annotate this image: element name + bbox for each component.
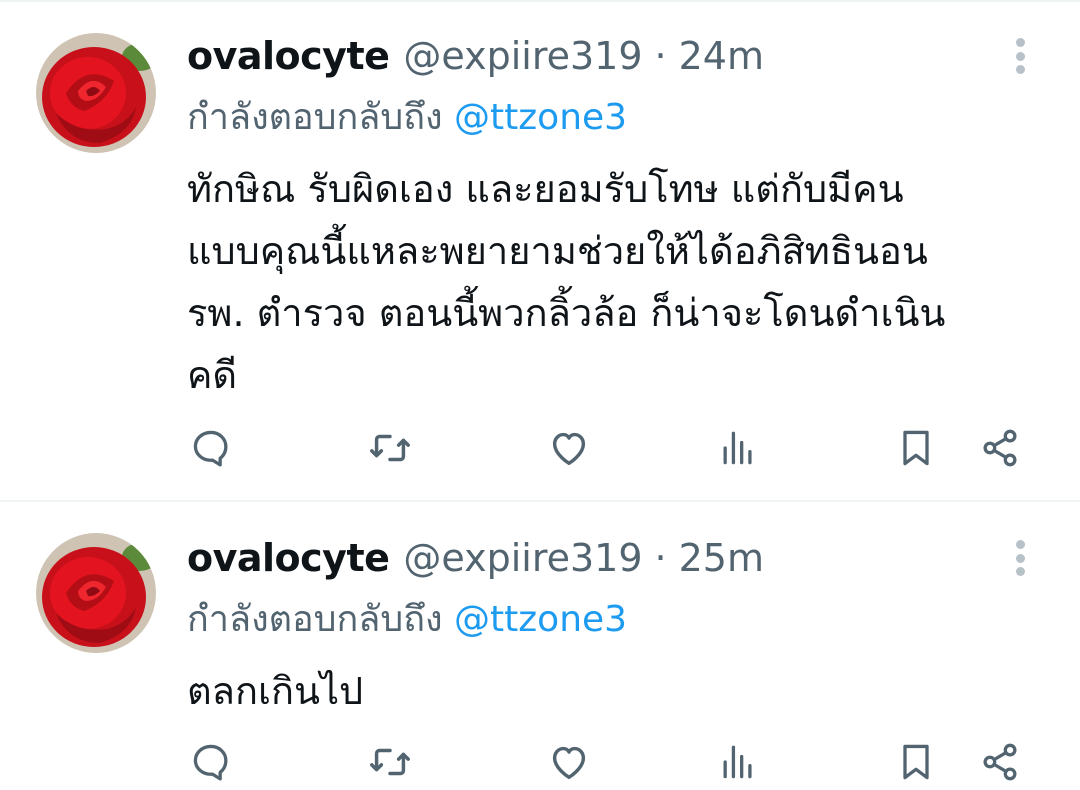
tweet-text-line: คดี [187, 353, 238, 397]
bookmark-button[interactable] [888, 734, 944, 790]
red-rose-avatar-icon [36, 33, 156, 153]
like-icon [552, 746, 586, 780]
timestamp[interactable]: 24m [679, 28, 764, 84]
retweet-button[interactable] [362, 734, 418, 790]
separator-dot: · [654, 34, 667, 78]
share-button[interactable] [972, 734, 1028, 790]
bookmark-button[interactable] [888, 420, 944, 476]
retweet-button[interactable] [362, 420, 418, 476]
bookmark-icon [903, 430, 929, 466]
tweet-header: ovalocyte @expiire319 · 25m [187, 530, 764, 586]
reply-button[interactable] [183, 420, 239, 476]
tweet-text: ตลกเกินไป [187, 660, 1057, 722]
red-rose-avatar-icon [36, 533, 156, 653]
tweet-text-line: ตลกเกินไป [187, 669, 364, 713]
timestamp[interactable]: 25m [679, 530, 764, 586]
user-handle[interactable]: @expiire319 [403, 530, 642, 586]
views-icon [723, 745, 752, 779]
like-button[interactable] [541, 734, 597, 790]
replying-prefix: กำลังตอบกลับถึง [187, 599, 443, 640]
views-button[interactable] [710, 420, 766, 476]
share-icon [983, 743, 1017, 781]
views-icon [723, 431, 752, 465]
replying-to: กำลังตอบกลับถึง @ttzone3 [187, 594, 627, 646]
tweet-actions [0, 734, 1080, 790]
replying-prefix: กำลังตอบกลับถึง [187, 97, 443, 138]
tweet-text-line: แบบคุณนี้แหละพยายามช่วยให้ได้อภิสิทธินอน [187, 229, 928, 273]
replying-to-link[interactable]: @ttzone3 [454, 599, 627, 640]
more-options-icon[interactable] [1002, 36, 1038, 76]
user-handle[interactable]: @expiire319 [403, 28, 642, 84]
reply-icon [193, 430, 228, 467]
display-name[interactable]: ovalocyte [187, 530, 390, 586]
tweet-text-line: รพ. ตำรวจ ตอนนี้พวกลิ้วล้อ ก็น่าจะโดนดำเ… [187, 291, 946, 335]
reply-button[interactable] [183, 734, 239, 790]
share-button[interactable] [972, 420, 1028, 476]
avatar[interactable] [36, 533, 156, 653]
replying-to-link[interactable]: @ttzone3 [454, 97, 627, 138]
retweet-icon [370, 748, 410, 776]
tweet-text: ทักษิณ รับผิดเอง และยอมรับโทษ แต่กับมีคน… [187, 158, 1057, 406]
share-icon [983, 429, 1017, 467]
views-button[interactable] [710, 734, 766, 790]
like-button[interactable] [541, 420, 597, 476]
tweet-actions [0, 420, 1080, 476]
replying-to: กำลังตอบกลับถึง @ttzone3 [187, 92, 627, 144]
bookmark-icon [903, 744, 929, 780]
tweet[interactable]: ovalocyte @expiire319 · 25m กำลังตอบกลับ… [0, 502, 1080, 781]
tweet[interactable]: ovalocyte @expiire319 · 24m กำลังตอบกลับ… [0, 0, 1080, 502]
tweet-header: ovalocyte @expiire319 · 24m [187, 28, 764, 84]
tweet-text-line: ทักษิณ รับผิดเอง และยอมรับโทษ แต่กับมีคน [187, 167, 904, 211]
display-name[interactable]: ovalocyte [187, 28, 390, 84]
reply-icon [193, 744, 228, 781]
avatar[interactable] [36, 33, 156, 153]
retweet-icon [370, 434, 410, 462]
more-options-icon[interactable] [1002, 538, 1038, 578]
separator-dot: · [654, 536, 667, 580]
like-icon [552, 432, 586, 466]
